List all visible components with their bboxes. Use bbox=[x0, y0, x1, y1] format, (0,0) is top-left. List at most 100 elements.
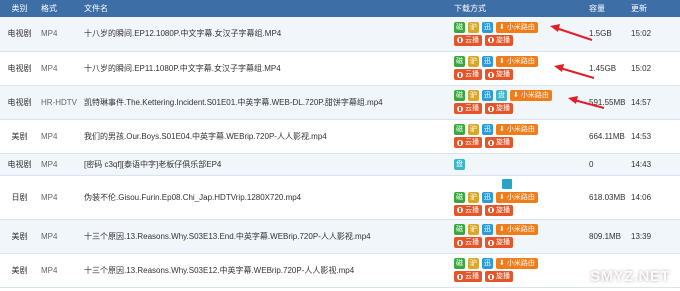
play-icon bbox=[488, 273, 494, 280]
row-filename[interactable]: [密码 c3qf][泰语中字]老板仔俱乐部EP4 bbox=[82, 153, 452, 176]
spin-play-button[interactable]: 旋播 bbox=[485, 137, 513, 148]
watermark: SMYZ.NET bbox=[590, 268, 670, 285]
row-category[interactable]: 日剧 bbox=[0, 175, 39, 220]
download-options: 盘 bbox=[452, 153, 587, 176]
row-updated: 15:02 bbox=[629, 51, 680, 86]
emule-icon[interactable]: 驴 bbox=[468, 21, 479, 33]
row-filename[interactable]: 十八岁的瞬间.EP11.1080P.中文字幕.女汉子字幕组.MP4 bbox=[82, 51, 452, 86]
row-category[interactable]: 电视剧 bbox=[0, 51, 39, 86]
row-category[interactable]: 电视剧 bbox=[0, 153, 39, 176]
cloud-play-label: 云播 bbox=[465, 239, 479, 246]
row-format: MP4 bbox=[39, 153, 82, 176]
cloud-play-button[interactable]: 云播 bbox=[454, 34, 482, 46]
xiaomi-router-button[interactable]: ⬇ 小米路由 bbox=[496, 258, 538, 269]
emule-icon[interactable]: 驴 bbox=[468, 56, 479, 67]
spin-play-label: 旋播 bbox=[496, 105, 510, 112]
emule-icon[interactable]: 驴 bbox=[468, 90, 479, 101]
magnet-icon[interactable]: 磁 bbox=[454, 21, 465, 33]
thunder-icon[interactable]: 迅 bbox=[482, 21, 493, 33]
spin-play-button[interactable]: 旋播 bbox=[485, 103, 513, 114]
thunder-icon[interactable]: 迅 bbox=[482, 124, 493, 135]
row-format: MP4 bbox=[39, 17, 82, 52]
download-options: 磁 驴 迅 ⬇ 小米路由 云播 旋播 bbox=[452, 17, 587, 52]
xiaomi-router-label: 小米路由 bbox=[520, 92, 549, 99]
row-size: 1.45GB bbox=[587, 51, 629, 86]
row-size: 618.03MB bbox=[587, 175, 629, 220]
xiaomi-router-button[interactable]: ⬇ 小米路由 bbox=[510, 90, 552, 101]
row-format: MP4 bbox=[39, 219, 82, 254]
thumbnail-icon[interactable] bbox=[502, 179, 512, 189]
download-options: 磁 驴 迅 ⬇ 小米路由 云播 旋播 bbox=[452, 119, 587, 154]
row-category[interactable]: 电视剧 bbox=[0, 17, 39, 52]
baidu-pan-icon[interactable]: 盘 bbox=[454, 158, 465, 170]
xiaomi-router-button[interactable]: ⬇ 小米路由 bbox=[496, 124, 538, 135]
row-updated: 13:39 bbox=[629, 219, 680, 254]
xiaomi-router-button[interactable]: ⬇ 小米路由 bbox=[496, 21, 538, 33]
row-category[interactable]: 美剧 bbox=[0, 253, 39, 288]
play-icon bbox=[457, 239, 463, 246]
play-icon bbox=[457, 105, 463, 112]
row-filename[interactable]: 十八岁的瞬间.EP12.1080P.中文字幕.女汉子字幕组.MP4 bbox=[82, 17, 452, 52]
spin-play-label: 旋播 bbox=[496, 273, 510, 280]
row-updated: 14:57 bbox=[629, 85, 680, 120]
magnet-icon[interactable]: 磁 bbox=[454, 90, 465, 101]
magnet-icon[interactable]: 磁 bbox=[454, 224, 465, 235]
spin-play-button[interactable]: 旋播 bbox=[485, 271, 513, 282]
row-filename[interactable]: 凯特琳事件.The.Kettering.Incident.S01E01.中英字幕… bbox=[82, 85, 452, 120]
cloud-play-label: 云播 bbox=[465, 36, 479, 44]
spin-play-button[interactable]: 旋播 bbox=[485, 69, 513, 80]
cloud-play-button[interactable]: 云播 bbox=[454, 271, 482, 282]
thunder-icon[interactable]: 迅 bbox=[482, 258, 493, 269]
thunder-icon[interactable]: 迅 bbox=[482, 56, 493, 67]
xiaomi-router-button[interactable]: ⬇ 小米路由 bbox=[496, 224, 538, 235]
play-icon bbox=[457, 273, 463, 280]
header-category[interactable]: 类别 bbox=[0, 0, 39, 17]
row-updated: 14:06 bbox=[629, 175, 680, 220]
spin-play-button[interactable]: 旋播 bbox=[485, 204, 513, 216]
row-filename[interactable]: 十三个原因.13.Reasons.Why.S03E12.中英字幕.WEBrip.… bbox=[82, 253, 452, 288]
row-category[interactable]: 电视剧 bbox=[0, 85, 39, 120]
table-row: 美剧 MP4 十三个原因.13.Reasons.Why.S03E13.End.中… bbox=[0, 219, 680, 254]
thunder-icon[interactable]: 迅 bbox=[482, 191, 493, 203]
emule-icon[interactable]: 驴 bbox=[468, 258, 479, 269]
play-icon bbox=[457, 37, 463, 44]
row-category[interactable]: 美剧 bbox=[0, 219, 39, 254]
spin-play-button[interactable]: 旋播 bbox=[485, 34, 513, 46]
cloud-play-button[interactable]: 云播 bbox=[454, 204, 482, 216]
spin-play-label: 旋播 bbox=[496, 206, 510, 214]
row-filename[interactable]: 十三个原因.13.Reasons.Why.S03E13.End.中英字幕.WEB… bbox=[82, 219, 452, 254]
header-format[interactable]: 格式 bbox=[39, 0, 82, 17]
magnet-icon[interactable]: 磁 bbox=[454, 191, 465, 203]
row-filename[interactable]: 伪装不伦.Gisou.Furin.Ep08.Chi_Jap.HDTVrip.12… bbox=[82, 175, 452, 220]
play-icon bbox=[488, 105, 494, 112]
row-category[interactable]: 美剧 bbox=[0, 119, 39, 154]
row-size: 1.5GB bbox=[587, 17, 629, 52]
emule-icon[interactable]: 驴 bbox=[468, 124, 479, 135]
spin-play-button[interactable]: 旋播 bbox=[485, 237, 513, 248]
emule-icon[interactable]: 驴 bbox=[468, 191, 479, 203]
magnet-icon[interactable]: 磁 bbox=[454, 56, 465, 67]
xiaomi-router-button[interactable]: ⬇ 小米路由 bbox=[496, 56, 538, 67]
xiaomi-router-button[interactable]: ⬇ 小米路由 bbox=[496, 191, 538, 203]
header-filename[interactable]: 文件名 bbox=[82, 0, 452, 17]
table-row: 电视剧 MP4 十八岁的瞬间.EP12.1080P.中文字幕.女汉子字幕组.MP… bbox=[0, 17, 680, 52]
cloud-play-button[interactable]: 云播 bbox=[454, 137, 482, 148]
cloud-play-label: 云播 bbox=[465, 139, 479, 146]
magnet-icon[interactable]: 磁 bbox=[454, 258, 465, 269]
baidu-pan-icon[interactable]: 盘 bbox=[496, 90, 507, 101]
thunder-icon[interactable]: 迅 bbox=[482, 90, 493, 101]
cloud-play-button[interactable]: 云播 bbox=[454, 69, 482, 80]
magnet-icon[interactable]: 磁 bbox=[454, 124, 465, 135]
cloud-play-button[interactable]: 云播 bbox=[454, 237, 482, 248]
cloud-play-button[interactable]: 云播 bbox=[454, 103, 482, 114]
thunder-icon[interactable]: 迅 bbox=[482, 224, 493, 235]
spin-play-label: 旋播 bbox=[496, 36, 510, 44]
header-updated[interactable]: 更新 bbox=[629, 0, 680, 17]
cloud-play-label: 云播 bbox=[465, 105, 479, 112]
download-options: 磁 驴 迅 ⬇ 小米路由 云播 旋播 bbox=[452, 175, 587, 220]
cloud-play-label: 云播 bbox=[465, 206, 479, 214]
emule-icon[interactable]: 驴 bbox=[468, 224, 479, 235]
header-download: 下载方式 bbox=[454, 4, 486, 13]
row-filename[interactable]: 我们的男孩.Our.Boys.S01E04.中英字幕.WEBrip.720P-人… bbox=[82, 119, 452, 154]
header-size[interactable]: 容量 bbox=[587, 0, 629, 17]
